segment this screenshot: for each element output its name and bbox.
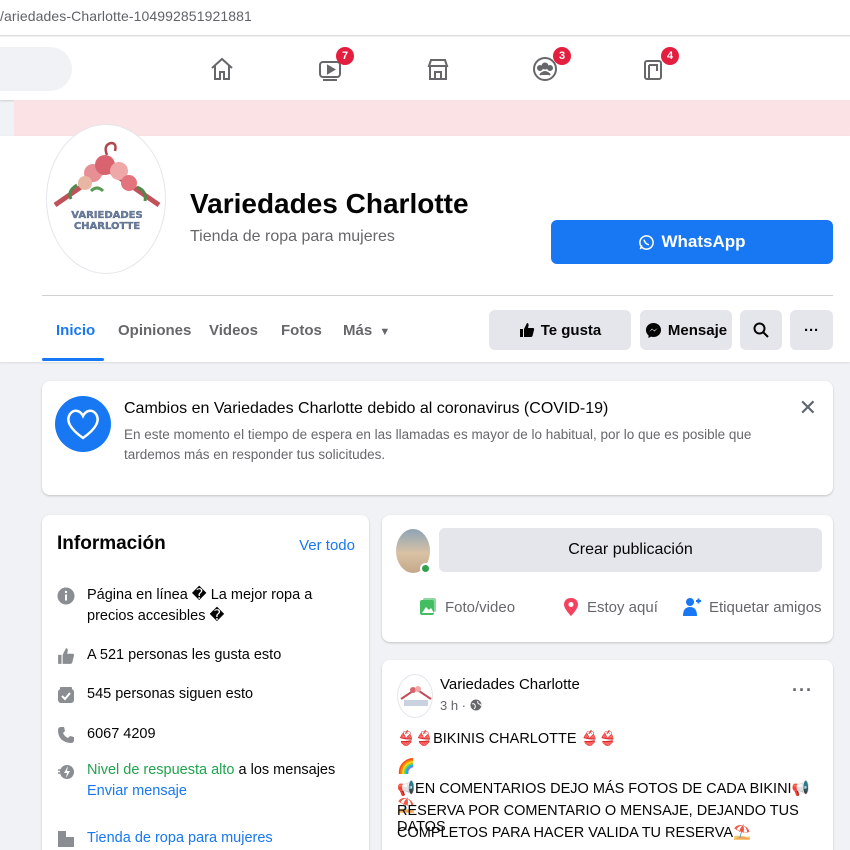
create-post-button[interactable]: Crear publicación (439, 528, 822, 572)
info-title: Información (57, 533, 166, 554)
tab-inicio[interactable]: Inicio (56, 322, 95, 339)
messenger-icon (645, 322, 661, 338)
groups-icon[interactable]: 3 (525, 47, 571, 89)
photo-video-label: Foto/video (445, 598, 516, 616)
send-message-link[interactable]: Enviar mensaje (87, 783, 187, 799)
tag-friends-icon (683, 598, 701, 616)
gaming-badge: 4 (661, 47, 679, 65)
browser-address-bar[interactable]: /ariedades-Charlotte-104992851921881 (0, 0, 850, 36)
boutique-logo-icon: VARIEDADES CHARLOTTE (53, 141, 161, 232)
post-text-line: 👙👙BIKINIS CHARLOTTE 👙👙 (397, 731, 617, 747)
photo-video-button[interactable]: Foto/video (418, 597, 515, 617)
whatsapp-button[interactable]: WhatsApp (551, 220, 833, 264)
post-author[interactable]: Variedades Charlotte (440, 676, 580, 693)
boutique-logo-icon (400, 686, 432, 706)
page-header: VARIEDADES CHARLOTTE Variedades Charlott… (0, 124, 850, 362)
online-status-icon (420, 563, 431, 574)
top-navigation: 7 3 4 (0, 37, 850, 100)
watch-icon[interactable]: 7 (310, 47, 354, 89)
phone-text[interactable]: 6067 4209 (87, 724, 156, 745)
globe-icon (470, 699, 482, 711)
post-options-icon[interactable]: ··· (792, 680, 813, 701)
tag-friends-label: Etiquetar amigos (709, 598, 822, 616)
groups-badge: 3 (553, 47, 571, 65)
whatsapp-label: WhatsApp (661, 232, 746, 251)
checkin-button[interactable]: Estoy aquí (562, 597, 658, 617)
post-card: Variedades Charlotte 3 h · ··· 👙👙BIKINIS… (382, 660, 833, 850)
whatsapp-icon (639, 234, 655, 250)
search-input[interactable] (0, 47, 72, 91)
post-timestamp[interactable]: 3 h · (440, 698, 482, 713)
info-response-row: Nivel de respuesta alto a los mensajes E… (57, 760, 357, 802)
message-label: Mensaje (667, 321, 728, 339)
tab-mas-label: Más (343, 322, 373, 339)
phone-icon (57, 725, 75, 745)
covid-title: Cambios en Variedades Charlotte debido a… (124, 400, 609, 417)
home-icon[interactable] (202, 49, 242, 89)
info-category-row: Tienda de ropa para mujeres (57, 828, 357, 849)
marketplace-icon[interactable] (418, 49, 458, 89)
tab-opiniones[interactable]: Opiniones (118, 322, 191, 339)
followers-icon (57, 685, 75, 705)
url-text[interactable]: /ariedades-Charlotte-104992851921881 (0, 8, 252, 24)
tab-mas[interactable]: Más ▼ (343, 322, 390, 339)
page-category: Tienda de ropa para mujeres (190, 228, 395, 245)
checkin-label: Estoy aquí (587, 598, 658, 616)
watch-badge: 7 (336, 47, 354, 65)
more-options-icon: ··· (804, 321, 819, 339)
info-icon (57, 586, 75, 606)
post-time-text: 3 h · (440, 698, 470, 713)
info-followers-row: 545 personas siguen esto (57, 684, 357, 705)
about-text: Página en línea � La mejor ropa a precio… (87, 587, 313, 624)
response-rest: a los mensajes (234, 762, 336, 778)
announcement-banner (14, 100, 850, 136)
search-icon (753, 322, 769, 338)
header-divider (42, 295, 833, 296)
info-about-row: Página en línea � La mejor ropa a precio… (57, 585, 357, 627)
message-button[interactable]: Mensaje (640, 310, 732, 350)
svg-text:VARIEDADES: VARIEDADES (71, 210, 142, 221)
active-tab-indicator (42, 358, 104, 361)
lightning-icon (57, 761, 75, 781)
see-all-link[interactable]: Ver todo (299, 537, 355, 554)
thumbs-up-icon (519, 323, 534, 337)
like-label: Te gusta (540, 321, 602, 339)
location-pin-icon (564, 598, 578, 616)
close-icon[interactable]: ✕ (799, 395, 817, 421)
search-page-button[interactable] (740, 310, 782, 350)
category-icon (57, 829, 75, 849)
svg-text:CHARLOTTE: CHARLOTTE (74, 221, 141, 232)
info-likes-row: A 521 personas les gusta esto (57, 645, 357, 666)
covid-notice-card: Cambios en Variedades Charlotte debido a… (42, 381, 833, 495)
followers-text: 545 personas siguen esto (87, 686, 254, 702)
page-avatar[interactable]: VARIEDADES CHARLOTTE (46, 124, 166, 274)
post-text-line: COMPLETOS PARA HACER VALIDA TU RESERVA⛱️ (397, 825, 752, 841)
gaming-icon[interactable]: 4 (633, 47, 679, 89)
tab-videos[interactable]: Videos (209, 322, 258, 339)
caret-down-icon: ▼ (379, 326, 391, 338)
category-link[interactable]: Tienda de ropa para mujeres (87, 828, 273, 849)
info-phone-row: 6067 4209 (57, 724, 357, 745)
like-button[interactable]: Te gusta (489, 310, 631, 350)
heart-icon (55, 396, 111, 452)
page-title: Variedades Charlotte (190, 188, 469, 219)
info-card: Información Ver todo Página en línea � L… (42, 515, 369, 850)
photo-icon (420, 598, 436, 615)
thumbs-up-icon (57, 646, 75, 666)
post-text-line: 🌈 (397, 759, 416, 775)
covid-description: En este momento el tiempo de espera en l… (124, 427, 752, 462)
post-author-avatar[interactable] (397, 674, 433, 718)
likes-text: A 521 personas les gusta esto (87, 647, 282, 663)
more-options-button[interactable]: ··· (790, 310, 833, 350)
tab-fotos[interactable]: Fotos (281, 322, 322, 339)
create-post-card: Crear publicación Foto/video Estoy aquí … (382, 515, 833, 642)
response-level: Nivel de respuesta alto (87, 762, 235, 778)
tag-friends-button[interactable]: Etiquetar amigos (682, 597, 822, 617)
